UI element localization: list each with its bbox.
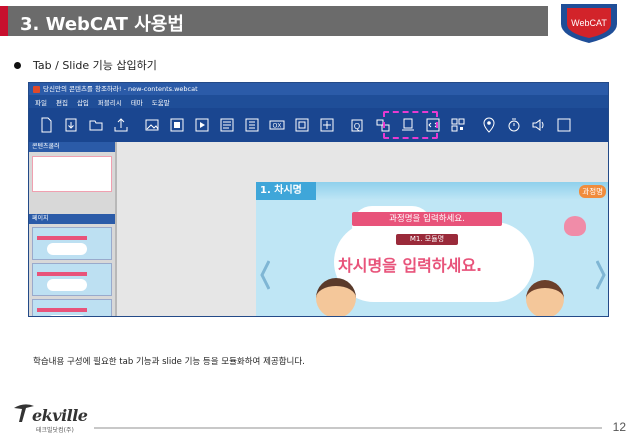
module-label: M1. 모듈명 [396,234,458,245]
folder-icon[interactable] [87,116,105,134]
company-logo: ekville 테크빌닷컴(주) [6,400,116,436]
new-doc-icon[interactable] [37,116,55,134]
menu-help[interactable]: 도움말 [152,97,170,107]
timer-icon[interactable] [505,116,523,134]
girl-character [526,280,564,316]
webcat-app-window: 당신만의 콘텐츠를 창조하라! - new-contents.webcat 파일… [28,82,609,317]
app-window-icon [33,85,40,93]
video-icon[interactable] [193,116,211,134]
app-menubar: 파일 편집 삽입 퍼블리시 테마 도움말 [29,95,608,108]
plus-block-icon[interactable] [318,116,336,134]
course-tag-right: 과정명 [579,185,606,198]
svg-text:OX: OX [272,124,281,130]
app-toolbar: OX Q [29,108,608,142]
sound-icon[interactable] [530,116,548,134]
slide-canvas[interactable]: 1. 차시명 과정명 과정명을 입력하세요. M1. 모듈명 차시명을 입력하세… [256,182,608,316]
image-frame-icon[interactable] [168,116,186,134]
quiz-icon[interactable] [293,116,311,134]
page-thumbnail[interactable] [32,263,112,296]
chapter-tag: 1. 차시명 [256,182,316,200]
logo-subtext: 테크빌닷컴(주) [36,427,74,434]
menu-insert[interactable]: 삽입 [77,97,89,107]
bullet-dot-icon [14,61,21,69]
slide-main-text: 차시명을 입력하세요. [338,256,483,275]
question-icon[interactable]: Q [349,116,367,134]
badge-label: WebCAT [571,18,607,28]
menu-edit[interactable]: 편집 [56,97,68,107]
page-panel-head: 페이지 [29,214,115,224]
bullet-text: Tab / Slide 기능 삽입하기 [33,59,157,72]
contents-panel-head: 콘텐츠쿨러 [29,142,115,152]
location-icon[interactable] [480,116,498,134]
qr-code-icon[interactable] [449,116,467,134]
more-icon[interactable] [555,116,573,134]
app-window-title: 당신만의 콘텐츠를 창조하라! - new-contents.webcat [43,85,198,93]
slide-heading: 1. 차시명 과정명 [256,182,608,200]
arrow-right-icon[interactable] [596,260,606,290]
tab-slide-highlight [383,111,438,139]
svg-text:Q: Q [353,122,359,131]
title-accent [0,6,8,36]
course-ribbon: 과정명을 입력하세요. [352,212,502,226]
bullet-item: Tab / Slide 기능 삽입하기 [14,57,157,73]
logo-text: ekville [32,406,88,425]
page-thumbnail[interactable] [32,227,112,260]
section-title-bar: 3. WebCAT 사용법 [0,6,548,36]
page-title: 3. WebCAT 사용법 [20,14,184,35]
editor-workspace: 콘텐츠쿨러 페이지 1. 차시명 과정명 과정명을 입력하세요. M1. 모듈명… [29,142,608,316]
caption-text: 학습내용 구성에 필요한 tab 기능과 slide 기능 등을 모듈화하여 제… [33,357,305,367]
text-block-icon[interactable] [218,116,236,134]
image-icon[interactable] [143,116,161,134]
app-titlebar: 당신만의 콘텐츠를 창조하라! - new-contents.webcat [29,83,608,95]
webcat-badge-icon: WebCAT [561,4,617,43]
open-icon[interactable] [62,116,80,134]
boy-character [316,278,356,316]
heart-balloon-icon [564,216,586,236]
arrow-left-icon[interactable] [260,260,270,290]
menu-publish[interactable]: 퍼블리시 [98,97,122,107]
page-number: 12 [612,420,626,434]
left-panel: 콘텐츠쿨러 페이지 [29,142,117,316]
contents-box[interactable] [32,156,112,192]
menu-theme[interactable]: 테마 [131,97,143,107]
export-icon[interactable] [112,116,130,134]
menu-file[interactable]: 파일 [35,97,47,107]
page-thumbnail[interactable] [32,299,112,316]
list-block-icon[interactable] [243,116,261,134]
footer-divider [94,427,602,429]
ox-quiz-icon[interactable]: OX [268,116,286,134]
